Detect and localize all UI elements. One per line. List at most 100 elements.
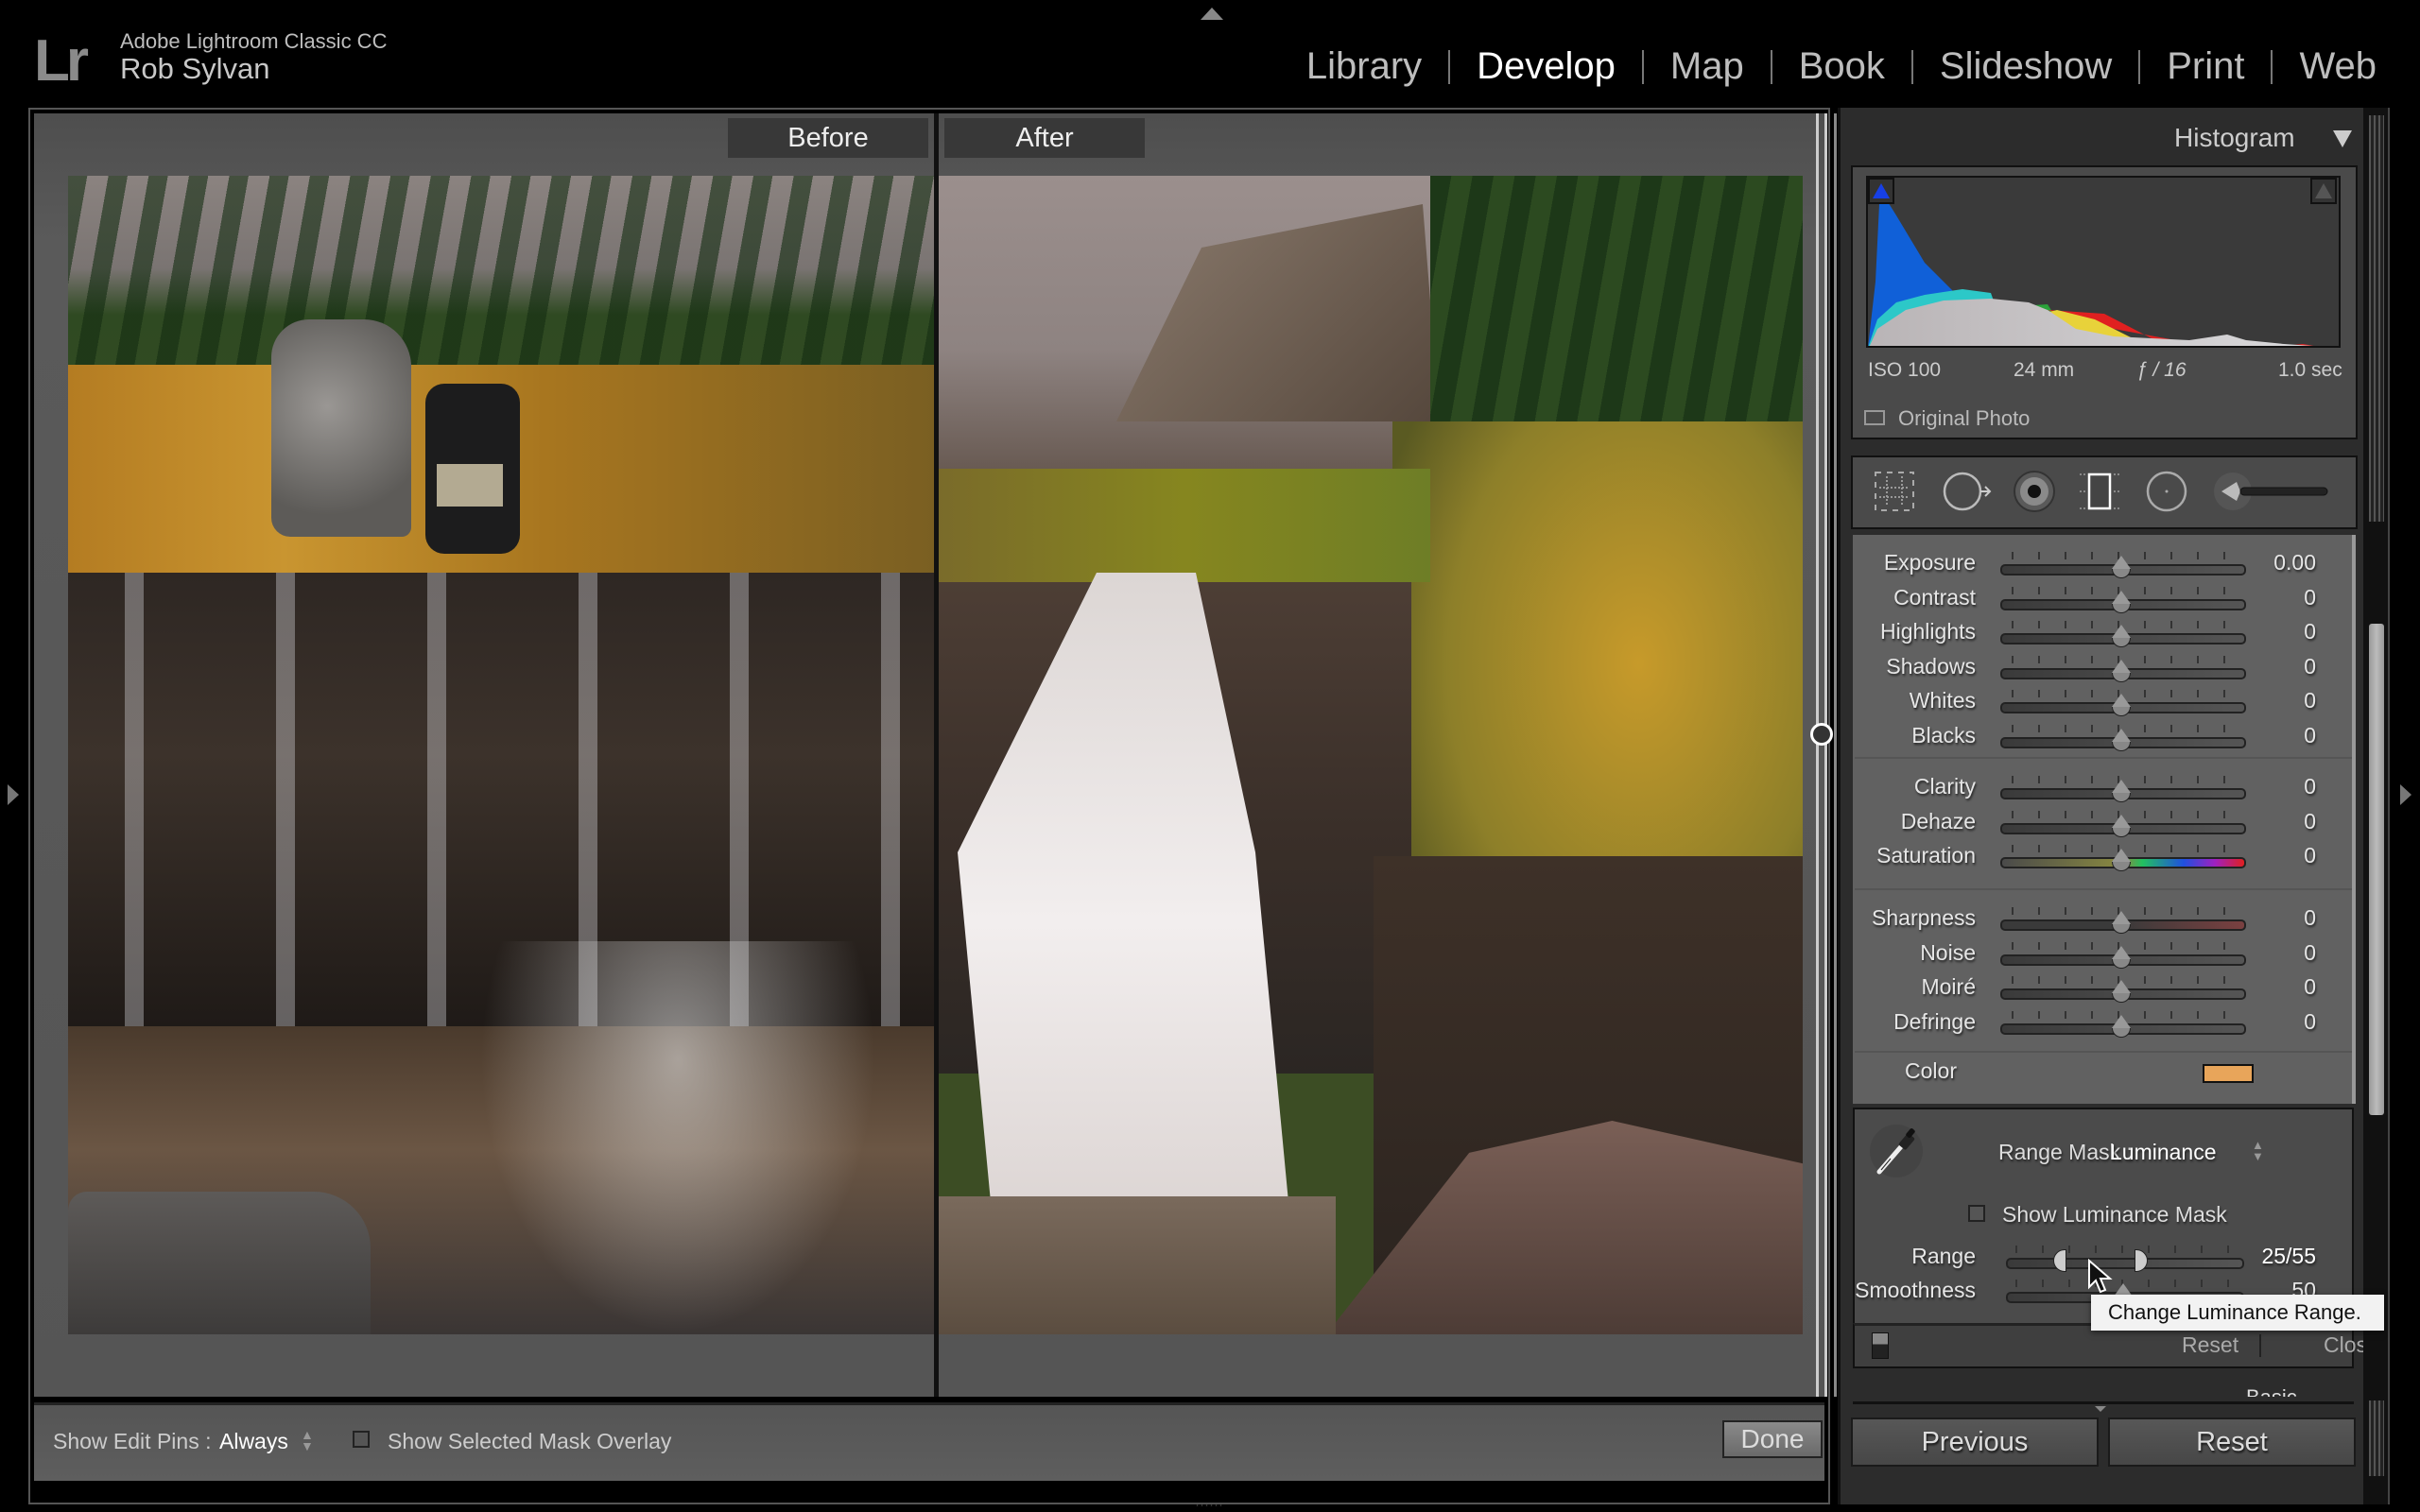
highlights-slider-thumb[interactable] <box>2112 625 2131 647</box>
graduated-filter-icon[interactable] <box>2076 469 2121 514</box>
sharpness-slider-row: Sharpness 0 <box>1853 903 2354 937</box>
section-divider <box>1855 757 2352 759</box>
module-develop[interactable]: Develop <box>1450 45 1642 88</box>
dehaze-slider-thumb[interactable] <box>2112 814 2131 837</box>
graduated-filter-line-left[interactable] <box>1816 113 1819 1397</box>
footer-separator <box>2259 1334 2261 1357</box>
basic-panel-header-peek[interactable]: Basic <box>2246 1385 2297 1397</box>
blacks-slider-thumb[interactable] <box>2112 728 2131 751</box>
edit-pins-label: Show Edit Pins : <box>53 1429 212 1453</box>
dehaze-value[interactable]: 0 <box>2304 809 2316 834</box>
module-slideshow[interactable]: Slideshow <box>1913 45 2138 88</box>
panel-end-line <box>1853 1401 2354 1404</box>
exif-shutter: 1.0 sec <box>2278 359 2342 381</box>
exposure-value[interactable]: 0.00 <box>2273 550 2316 576</box>
red-eye-icon[interactable] <box>2012 469 2057 514</box>
histogram-graph[interactable] <box>1866 176 2341 348</box>
range-mask-select[interactable]: Luminance <box>2110 1140 2217 1165</box>
module-map[interactable]: Map <box>1644 45 1771 88</box>
show-mask-overlay-label[interactable]: Show Selected Mask Overlay <box>388 1429 671 1454</box>
done-button[interactable]: Done <box>1722 1420 1823 1458</box>
contrast-value[interactable]: 0 <box>2304 585 2316 610</box>
section-divider <box>1855 888 2352 890</box>
previous-button[interactable]: Previous <box>1851 1418 2099 1467</box>
saturation-value[interactable]: 0 <box>2304 843 2316 868</box>
exif-focal-length: 24 mm <box>2014 359 2075 381</box>
range-mask-spinner-icon[interactable]: ▲ ▼ <box>2252 1139 2264 1162</box>
radial-filter-icon[interactable] <box>2144 469 2189 514</box>
original-photo-checkbox[interactable] <box>1864 410 1885 425</box>
module-book[interactable]: Book <box>1772 45 1911 88</box>
noise-value[interactable]: 0 <box>2304 940 2316 966</box>
graduated-filter-line-right[interactable] <box>1834 113 1837 1397</box>
scrollbar-grip-top <box>2369 115 2384 522</box>
edit-pins-spinner-icon[interactable]: ▲ ▼ <box>301 1428 314 1452</box>
contrast-label: Contrast <box>1893 584 1976 610</box>
scrollbar-grip-bottom <box>2369 1400 2384 1476</box>
whites-slider-thumb[interactable] <box>2112 694 2131 716</box>
after-label: After <box>944 118 1145 158</box>
range-slider-track[interactable] <box>2006 1258 2244 1269</box>
mask-reset-button[interactable]: Reset <box>2182 1332 2238 1358</box>
tooltip: Change Luminance Range. <box>2091 1295 2384 1331</box>
module-library[interactable]: Library <box>1280 45 1448 88</box>
crop-overlay-icon[interactable] <box>1872 469 1917 514</box>
blacks-value[interactable]: 0 <box>2304 723 2316 748</box>
defringe-value[interactable]: 0 <box>2304 1009 2316 1035</box>
color-label: Color <box>1905 1058 1957 1083</box>
panel-toggle-switch[interactable] <box>1872 1332 1889 1359</box>
exposure-slider-thumb[interactable] <box>2112 556 2131 578</box>
saturation-slider-thumb[interactable] <box>2112 849 2131 871</box>
saturation-label: Saturation <box>1876 843 1976 868</box>
defringe-slider-thumb[interactable] <box>2112 1014 2131 1038</box>
noise-slider-row: Noise 0 <box>1853 938 2354 972</box>
collapse-top-panel-arrow-icon[interactable] <box>1201 8 1223 20</box>
moir-slider-row: Moiré 0 <box>1853 972 2354 1006</box>
module-web[interactable]: Web <box>2273 45 2403 88</box>
noise-slider-thumb[interactable] <box>2112 945 2131 969</box>
section-divider <box>1855 1051 2352 1053</box>
module-picker: Library Develop Map Book Slideshow Print Web <box>1280 45 2403 88</box>
expand-left-panel-arrow-icon[interactable] <box>8 784 19 805</box>
shadow-clipping-indicator-icon[interactable] <box>1868 178 1894 204</box>
photo-before[interactable] <box>68 176 934 1334</box>
spot-removal-icon[interactable] <box>1942 469 1992 514</box>
expand-right-panel-arrow-icon[interactable] <box>2400 784 2411 805</box>
color-swatch[interactable] <box>2203 1064 2254 1083</box>
moir-slider-thumb[interactable] <box>2112 980 2131 1003</box>
shadows-slider-thumb[interactable] <box>2112 659 2131 682</box>
moir-value[interactable]: 0 <box>2304 974 2316 1000</box>
blacks-slider-row: Blacks 0 <box>1853 721 2354 755</box>
adjustment-brush-icon[interactable] <box>2212 469 2335 514</box>
sharpness-label: Sharpness <box>1872 905 1976 930</box>
show-luminance-mask-checkbox[interactable] <box>1968 1205 1985 1222</box>
scrollbar-thumb[interactable] <box>2369 624 2384 1115</box>
sharpness-value[interactable]: 0 <box>2304 905 2316 931</box>
contrast-slider-thumb[interactable] <box>2112 590 2131 613</box>
shadows-value[interactable]: 0 <box>2304 654 2316 679</box>
defringe-slider-row: Defringe 0 <box>1853 1007 2354 1041</box>
shadows-slider-row: Shadows 0 <box>1853 652 2354 686</box>
show-luminance-mask-label[interactable]: Show Luminance Mask <box>2002 1202 2227 1228</box>
histogram-panel-title[interactable]: Histogram <box>2174 123 2295 153</box>
sharpness-slider-thumb[interactable] <box>2112 911 2131 934</box>
graduated-filter-pin[interactable] <box>1810 723 1833 746</box>
graduated-filter-line-center[interactable] <box>1824 113 1827 1397</box>
panel-end-marker-icon <box>2095 1406 2106 1412</box>
show-mask-overlay-checkbox[interactable] <box>353 1431 370 1448</box>
range-value[interactable]: 25/55 <box>2261 1244 2316 1269</box>
histogram-collapse-triangle-icon[interactable] <box>2333 130 2352 147</box>
edit-pins-select[interactable]: Always <box>219 1429 288 1454</box>
range-label: Range <box>1911 1244 1976 1268</box>
clarity-value[interactable]: 0 <box>2304 774 2316 799</box>
eyedropper-icon[interactable] <box>1870 1125 1923 1177</box>
clarity-slider-thumb[interactable] <box>2112 780 2131 802</box>
photo-after[interactable] <box>939 176 1803 1334</box>
whites-value[interactable]: 0 <box>2304 688 2316 713</box>
highlight-clipping-indicator-icon[interactable] <box>2310 178 2337 204</box>
highlights-value[interactable]: 0 <box>2304 619 2316 644</box>
original-photo-label[interactable]: Original Photo <box>1898 406 2030 431</box>
reset-button[interactable]: Reset <box>2108 1418 2356 1467</box>
module-print[interactable]: Print <box>2140 45 2271 88</box>
identity-plate-name: Rob Sylvan <box>120 52 270 85</box>
